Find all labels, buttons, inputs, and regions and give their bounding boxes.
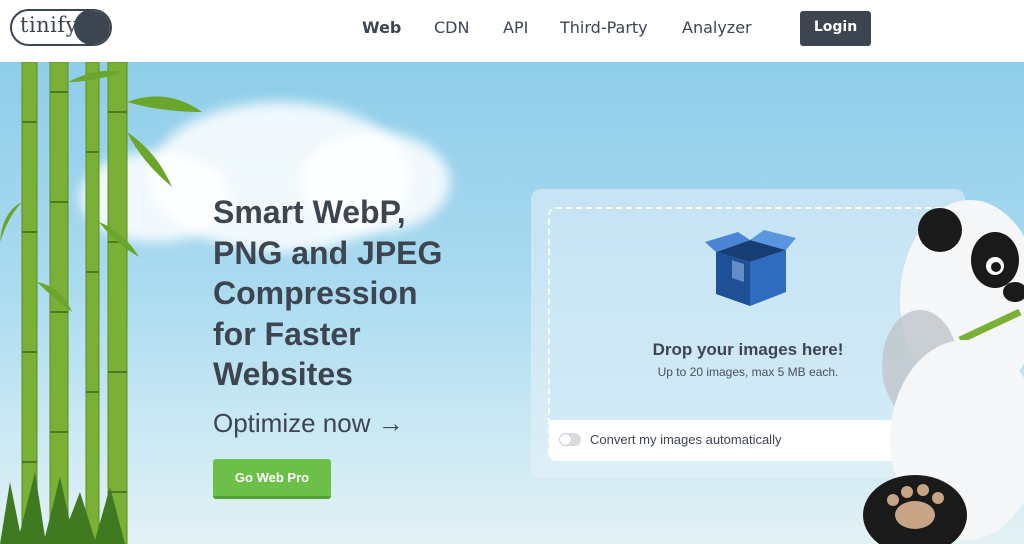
go-web-pro-button[interactable]: Go Web Pro (213, 459, 331, 499)
tinify-logo[interactable]: tinify (10, 9, 112, 46)
site-header: tinify Web CDN API Third-Party Analyzer … (0, 0, 1024, 62)
nav-item-cdn[interactable]: CDN (434, 18, 469, 40)
hero-headline: Smart WebP, PNG and JPEG Compression for… (213, 192, 473, 395)
logo-text: tinify (20, 13, 79, 37)
nav-item-analyzer[interactable]: Analyzer (682, 18, 752, 40)
convert-toggle[interactable] (559, 433, 581, 446)
panda-illustration (863, 200, 1024, 544)
login-button[interactable]: Login (800, 11, 871, 46)
arrow-right-icon: → (377, 408, 404, 438)
nav-item-third-party[interactable]: Third-Party (560, 18, 648, 40)
headline-line: for Faster (213, 315, 361, 352)
bamboo-illustration (0, 62, 202, 544)
toggle-knob (560, 434, 571, 445)
logo-pill-shape (74, 11, 110, 44)
optimize-now-link[interactable]: Optimize now → (213, 408, 404, 439)
box-icon (705, 230, 796, 306)
convert-toggle-label[interactable]: Convert my images automatically (590, 432, 781, 447)
nav-item-api[interactable]: API (503, 18, 528, 40)
headline-line: Websites (213, 356, 353, 392)
headline-line: PNG and JPEG (213, 234, 443, 271)
headline-line: Compression (213, 275, 418, 311)
nav-item-web[interactable]: Web (362, 18, 401, 40)
optimize-now-text: Optimize now (213, 408, 371, 438)
headline-line: Smart WebP, (213, 194, 406, 230)
